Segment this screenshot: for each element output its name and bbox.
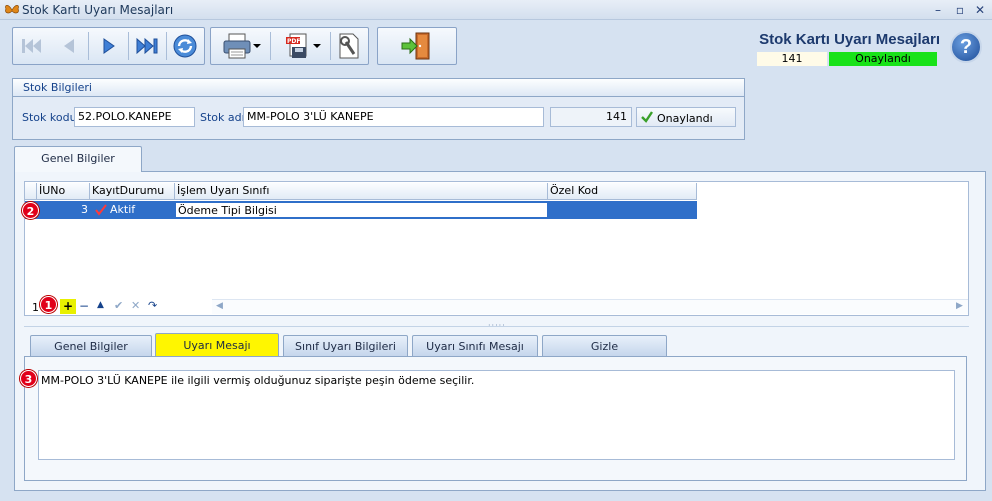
pdf-icon: PDF	[286, 33, 307, 58]
callout-badge-1: 1	[40, 296, 57, 313]
column-header-status[interactable]: KayıtDurumu	[90, 183, 175, 200]
previous-icon	[64, 39, 74, 53]
close-icon[interactable]: ✕	[972, 2, 988, 18]
stock-info-title: Stok Bilgileri	[23, 81, 92, 94]
callout-badge-3: 3	[20, 370, 37, 387]
status-badge: Onaylandı	[829, 52, 937, 66]
maximize-icon[interactable]: ▫	[952, 2, 968, 18]
stock-info-header: Stok Bilgileri	[12, 78, 745, 97]
print-button[interactable]	[215, 30, 261, 62]
panel-splitter[interactable]: ·····	[24, 321, 969, 330]
exit-button[interactable]	[400, 30, 432, 62]
print-dropdown-icon[interactable]	[253, 44, 261, 48]
record-number-badge: 141	[757, 52, 827, 66]
stock-name-label: Stok adı	[200, 111, 245, 124]
stock-number-field: 141	[550, 107, 632, 127]
approval-status-field: Onaylandı	[636, 107, 736, 127]
pdf-dropdown-icon[interactable]	[313, 44, 321, 48]
warning-message-text[interactable]: MM-POLO 3'LÜ KANEPE ile ilgili vermiş ol…	[38, 370, 955, 460]
svg-text:PDF: PDF	[287, 38, 300, 45]
horizontal-scrollbar[interactable]: ◀ ▶	[212, 299, 968, 314]
minimize-icon[interactable]: –	[930, 2, 946, 18]
output-toolbar: PDF	[210, 27, 369, 65]
refresh-button[interactable]	[169, 30, 201, 62]
column-header-special-code[interactable]: Özel Kod	[548, 183, 697, 200]
row-special-code	[550, 202, 695, 218]
stock-name-field[interactable]: MM-POLO 3'LÜ KANEPE	[243, 107, 544, 127]
first-record-button[interactable]	[16, 30, 48, 62]
column-header-no[interactable]: İUNo	[37, 183, 90, 200]
splitter-grip-icon: ·····	[488, 321, 506, 330]
last-record-button[interactable]	[131, 30, 163, 62]
previous-record-button[interactable]	[53, 30, 85, 62]
stock-code-label: Stok kodu	[22, 111, 77, 124]
move-up-icon[interactable]: ▲	[97, 300, 104, 310]
refresh-icon	[173, 34, 197, 58]
column-header-warning-class[interactable]: İşlem Uyarı Sınıfı	[175, 183, 548, 200]
window-title: Stok Kartı Uyarı Mesajları	[22, 3, 174, 17]
tools-button[interactable]	[333, 30, 365, 62]
printer-icon	[223, 33, 251, 59]
butterfly-logo-icon	[4, 2, 20, 21]
next-record-button[interactable]	[93, 30, 125, 62]
row-no: 3	[81, 203, 88, 216]
confirm-edit-icon[interactable]: ✔	[114, 299, 123, 312]
tab-general-info[interactable]: Genel Bilgiler	[14, 146, 142, 172]
tab-bottom-general-info[interactable]: Genel Bilgiler	[30, 335, 152, 357]
row-warning-class[interactable]: Ödeme Tipi Bilgisi	[175, 202, 548, 218]
row-status: Aktif	[110, 203, 136, 216]
title-bar: Stok Kartı Uyarı Mesajları – ▫ ✕	[0, 0, 992, 20]
page-title: Stok Kartı Uyarı Mesajları	[759, 31, 940, 48]
tab-class-warning-info[interactable]: Sınıf Uyarı Bilgileri	[283, 335, 408, 357]
cancel-edit-icon[interactable]: ✕	[131, 299, 140, 312]
navigation-toolbar	[12, 27, 205, 65]
document-wrench-icon	[339, 33, 359, 59]
approval-status-text: Onaylandı	[657, 112, 713, 125]
scroll-left-icon[interactable]: ◀	[216, 301, 223, 311]
first-icon	[22, 39, 41, 53]
active-check-icon	[95, 204, 107, 219]
refresh-grid-icon[interactable]: ↷	[148, 299, 157, 312]
last-icon	[136, 37, 158, 55]
callout-badge-2: 2	[22, 202, 39, 219]
tab-hide[interactable]: Gizle	[542, 335, 667, 357]
next-icon	[103, 38, 115, 54]
add-record-icon[interactable]: +	[60, 299, 76, 314]
exit-door-icon	[401, 32, 430, 60]
stock-code-field[interactable]: 52.POLO.KANEPE	[74, 107, 195, 127]
grid-indicator-header	[25, 183, 37, 200]
help-button[interactable]: ?	[950, 31, 982, 63]
tab-warning-message[interactable]: Uyarı Mesajı	[155, 333, 279, 357]
checkmark-icon	[640, 110, 654, 130]
tab-warning-class-message[interactable]: Uyarı Sınıfı Mesajı	[412, 335, 538, 357]
remove-record-icon[interactable]: −	[79, 299, 89, 313]
scroll-right-icon[interactable]: ▶	[956, 301, 963, 311]
navigator-prefix: 1	[32, 301, 39, 314]
exit-toolbar	[377, 27, 457, 65]
pdf-export-button[interactable]: PDF	[275, 30, 321, 62]
